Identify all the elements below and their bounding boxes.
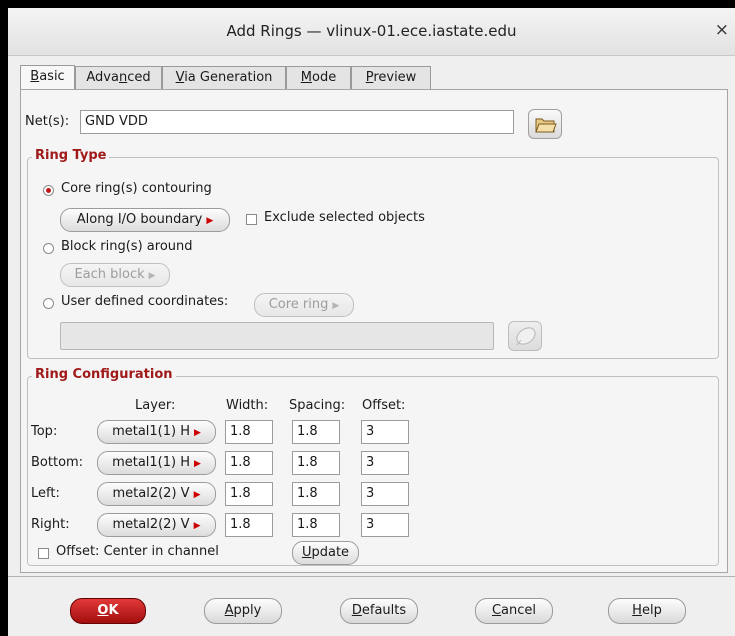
- offset-header: Offset:: [362, 398, 406, 413]
- user-defined-label: User defined coordinates:: [61, 294, 229, 309]
- defaults-button[interactable]: Defaults: [340, 598, 418, 624]
- bottom-width-input[interactable]: 1.8: [225, 451, 273, 475]
- left-offset-input[interactable]: 3: [361, 482, 409, 506]
- spacing-header: Spacing:: [289, 398, 346, 413]
- right-spacing-input[interactable]: 1.8: [292, 513, 340, 537]
- ring-configuration-title: Ring Configuration: [32, 367, 176, 382]
- width-header: Width:: [226, 398, 269, 413]
- tab-advanced[interactable]: Advanced: [75, 66, 162, 90]
- side-label: Right:: [31, 517, 70, 532]
- right-offset-input[interactable]: 3: [361, 513, 409, 537]
- apply-button[interactable]: Apply: [204, 598, 282, 624]
- nets-input[interactable]: GND VDD: [80, 110, 514, 134]
- layer-header: Layer:: [135, 398, 176, 413]
- tab-basic[interactable]: Basic: [20, 65, 75, 91]
- tab-mode[interactable]: Mode: [286, 66, 351, 90]
- block-rings-radio[interactable]: [43, 243, 54, 254]
- cancel-button[interactable]: Cancel: [475, 598, 553, 624]
- user-coordinates-input[interactable]: [60, 322, 494, 350]
- exclude-selected-checkbox[interactable]: [246, 214, 257, 225]
- block-rings-label: Block ring(s) around: [61, 239, 193, 254]
- offset-center-label: Offset: Center in channel: [56, 544, 219, 559]
- tab-via-generation[interactable]: Via Generation: [162, 66, 286, 90]
- ring-configuration-group: Ring Configuration Layer: Width: Spacing…: [27, 367, 719, 566]
- help-button[interactable]: Help: [608, 598, 686, 624]
- right-layer-button[interactable]: metal2(2) V ▶: [97, 513, 216, 537]
- top-spacing-input[interactable]: 1.8: [292, 420, 340, 444]
- tab-preview[interactable]: Preview: [351, 66, 431, 90]
- add-rings-dialog: Add Rings — vlinux-01.ece.iastate.edu × …: [8, 8, 735, 636]
- offset-center-checkbox[interactable]: [38, 548, 49, 559]
- browse-nets-button[interactable]: [528, 109, 562, 139]
- each-block-button[interactable]: Each block ▶: [60, 263, 170, 287]
- along-io-boundary-button[interactable]: Along I/O boundary ▶: [60, 208, 230, 232]
- top-width-input[interactable]: 1.8: [225, 420, 273, 444]
- ring-type-title: Ring Type: [32, 148, 110, 163]
- bottom-offset-input[interactable]: 3: [361, 451, 409, 475]
- core-rings-radio[interactable]: [43, 185, 54, 196]
- core-ring-button[interactable]: Core ring ▶: [254, 293, 354, 317]
- pick-coordinates-button[interactable]: [508, 321, 542, 351]
- side-label: Left:: [31, 486, 60, 501]
- left-layer-button[interactable]: metal2(2) V ▶: [97, 482, 216, 506]
- exclude-selected-label: Exclude selected objects: [264, 210, 425, 225]
- left-spacing-input[interactable]: 1.8: [292, 482, 340, 506]
- ring-type-group: Ring Type Core ring(s) contouring Along …: [27, 148, 719, 359]
- top-layer-button[interactable]: metal1(1) H ▶: [97, 420, 216, 444]
- left-width-input[interactable]: 1.8: [225, 482, 273, 506]
- title-bar[interactable]: Add Rings — vlinux-01.ece.iastate.edu ×: [8, 8, 735, 56]
- window-title: Add Rings — vlinux-01.ece.iastate.edu: [226, 22, 517, 40]
- side-label: Bottom:: [31, 455, 84, 470]
- folder-icon: [535, 118, 557, 133]
- nets-label: Net(s):: [25, 114, 70, 129]
- close-icon[interactable]: ×: [715, 20, 729, 40]
- core-rings-label: Core ring(s) contouring: [61, 181, 212, 196]
- update-button[interactable]: Update: [292, 541, 359, 565]
- side-label: Top:: [31, 424, 58, 439]
- user-defined-radio[interactable]: [43, 298, 54, 309]
- bottom-layer-button[interactable]: metal1(1) H ▶: [97, 451, 216, 475]
- button-bar-separator: [8, 576, 735, 577]
- ok-button[interactable]: OK: [70, 598, 146, 624]
- top-offset-input[interactable]: 3: [361, 420, 409, 444]
- mouse-icon: [516, 327, 536, 346]
- bottom-spacing-input[interactable]: 1.8: [292, 451, 340, 475]
- basic-tab-panel: Net(s): GND VDD Ring Type Core ring(s) c…: [20, 89, 728, 573]
- right-width-input[interactable]: 1.8: [225, 513, 273, 537]
